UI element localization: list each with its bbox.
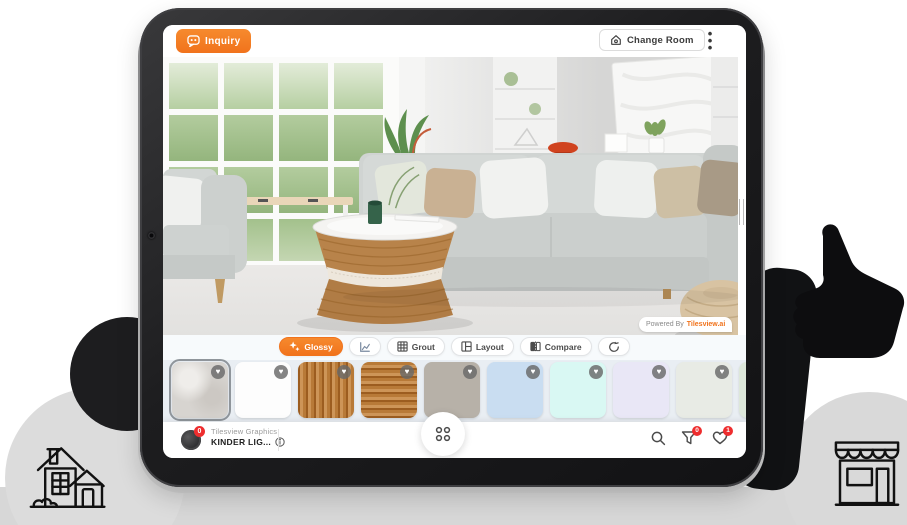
inquiry-label: Inquiry [205,36,240,47]
more-options-button[interactable]: ••• [703,30,717,50]
filter-button[interactable]: 0 [680,430,697,447]
search-icon [650,430,666,446]
toolbar-label: Grout [412,342,435,352]
hand-cursor-silhouette [790,220,906,358]
heart-icon[interactable]: ♥ [463,365,477,379]
wishlist-badge: 1 [723,426,733,436]
toolbar-button-glossy[interactable]: Glossy [279,337,342,356]
footer-actions: 0 1 [649,430,728,447]
compare-icon [530,341,541,352]
toolbar-button-grout[interactable]: Grout [387,337,445,356]
tile-swatch-light-lavender[interactable]: ♥ [613,362,669,418]
app-header: Inquiry Change Room ••• [163,25,746,57]
tile-swatch-pale-sage[interactable]: ♥ [676,362,732,418]
brand-logo: 0 [181,426,203,448]
powered-by-watermark: Powered By Tilesview.ai [639,317,732,332]
tile-swatch-grey-marble[interactable]: ♥ [172,362,228,418]
room-preview[interactable]: Powered By Tilesview.ai [163,57,746,335]
heart-icon[interactable]: ♥ [400,365,414,379]
logo-badge: 0 [194,426,205,437]
home-icon [610,34,622,46]
dots-grid-icon [434,425,452,443]
brand-info[interactable]: 0 Tilesview Graphics KINDER LIG... [181,426,285,448]
change-room-label: Change Room [627,35,694,46]
toolbar-label: Layout [476,342,504,352]
selected-tile-name: KINDER LIG... [211,437,271,447]
toolbar-button-chart[interactable] [349,337,381,356]
tile-swatch-list: ♥ ♥ ♥ ♥ ♥ ♥ ♥ ♥ ♥ ♥ [172,362,746,418]
grid-icon [397,341,408,352]
tile-swatch-wood-vertical[interactable]: ♥ [298,362,354,418]
tile-swatch-white-tile[interactable]: ♥ [235,362,291,418]
tile-swatch-light-cyan[interactable]: ♥ [550,362,606,418]
brand-company: Tilesview Graphics [211,427,285,436]
app-screen: Inquiry Change Room ••• [163,25,746,458]
apps-grid-button[interactable] [421,412,465,456]
brand-text: Tilesview Graphics KINDER LIG... [211,427,285,447]
toolbar-button-layout[interactable]: Layout [451,337,514,356]
info-icon[interactable] [275,437,285,447]
effects-toolbar: Glossy Grout Layout Compare [163,337,746,356]
store-icon [826,436,907,508]
filter-badge: 0 [692,426,702,436]
room-illustration [163,57,746,335]
wishlist-button[interactable]: 1 [711,430,728,447]
tablet-camera [148,232,155,239]
powered-by-prefix: Powered By [646,321,684,328]
drawer-handle-icon[interactable] [739,199,744,225]
tile-swatch-warm-grey[interactable]: ♥ [424,362,480,418]
refresh-icon [608,341,620,353]
inquiry-button[interactable]: Inquiry [176,29,251,53]
footer-divider [278,429,279,451]
tile-swatch-wood-horizontal[interactable]: ♥ [361,362,417,418]
search-button[interactable] [649,430,666,447]
sparkles-icon [289,341,300,352]
tablet-frame: Inquiry Change Room ••• [140,8,763,487]
house-icon [26,438,106,510]
tile-swatch-light-blue[interactable]: ♥ [487,362,543,418]
powered-by-brand: Tilesview.ai [687,321,726,328]
heart-icon[interactable]: ♥ [526,365,540,379]
toolbar-button-refresh[interactable] [598,337,630,356]
toolbar-button-compare[interactable]: Compare [520,337,592,356]
heart-icon[interactable]: ♥ [211,365,225,379]
heart-icon[interactable]: ♥ [274,365,288,379]
heart-icon[interactable]: ♥ [337,365,351,379]
layout-icon [461,341,472,352]
heart-icon[interactable]: ♥ [652,365,666,379]
change-room-button[interactable]: Change Room [599,29,705,51]
tile-swatch-pale-green[interactable]: ♥ [739,362,746,418]
marketing-stage: Inquiry Change Room ••• [0,0,907,525]
chat-bubble-icon [187,35,200,47]
tile-drawer-strip[interactable] [738,57,746,335]
heart-icon[interactable]: ♥ [589,365,603,379]
chart-icon [359,341,371,353]
toolbar-label: Glossy [304,342,332,352]
app-footer: 0 Tilesview Graphics KINDER LIG... [163,422,746,458]
toolbar-label: Compare [545,342,582,352]
heart-icon[interactable]: ♥ [715,365,729,379]
